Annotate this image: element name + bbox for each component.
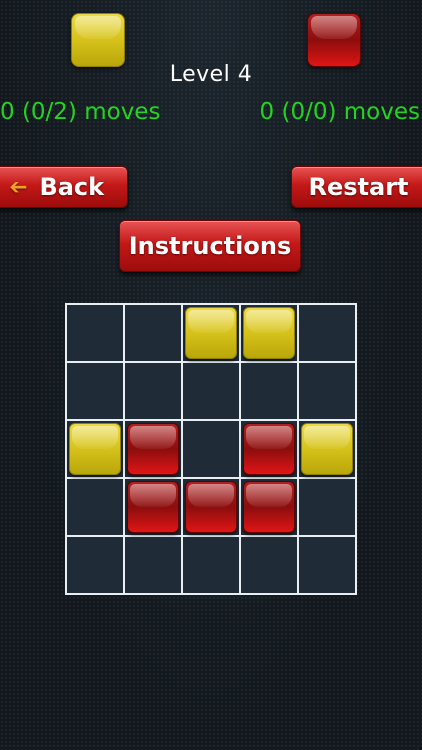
board-cell-r0-c4[interactable] bbox=[299, 305, 355, 361]
red-player-swatch bbox=[307, 13, 361, 67]
board-cell-r2-c1[interactable] bbox=[125, 421, 181, 477]
yellow-tile[interactable] bbox=[185, 307, 237, 359]
board-cell-r3-c3[interactable] bbox=[241, 479, 297, 535]
board-cell-r2-c0[interactable] bbox=[67, 421, 123, 477]
board-cell-r0-c2[interactable] bbox=[183, 305, 239, 361]
board-cell-r2-c4[interactable] bbox=[299, 421, 355, 477]
board-cell-r2-c3[interactable] bbox=[241, 421, 297, 477]
red-tile[interactable] bbox=[243, 481, 295, 533]
board-cell-r4-c1[interactable] bbox=[125, 537, 181, 593]
board-cell-r3-c1[interactable] bbox=[125, 479, 181, 535]
restart-button[interactable]: Restart bbox=[291, 166, 422, 208]
board-cell-r1-c3[interactable] bbox=[241, 363, 297, 419]
yellow-tile[interactable] bbox=[243, 307, 295, 359]
board-cell-r0-c0[interactable] bbox=[67, 305, 123, 361]
board-cell-r1-c0[interactable] bbox=[67, 363, 123, 419]
board-cell-r4-c2[interactable] bbox=[183, 537, 239, 593]
yellow-tile[interactable] bbox=[301, 423, 353, 475]
board-cell-r1-c1[interactable] bbox=[125, 363, 181, 419]
board-cell-r1-c4[interactable] bbox=[299, 363, 355, 419]
red-tile[interactable] bbox=[127, 481, 179, 533]
instructions-button-label: Instructions bbox=[128, 232, 292, 260]
left-arrow-icon: ➔ bbox=[9, 174, 28, 200]
red-tile[interactable] bbox=[185, 481, 237, 533]
board-cell-r3-c0[interactable] bbox=[67, 479, 123, 535]
board-cell-r3-c2[interactable] bbox=[183, 479, 239, 535]
level-label: Level 4 bbox=[169, 62, 253, 87]
red-tile[interactable] bbox=[243, 423, 295, 475]
board-cell-r1-c2[interactable] bbox=[183, 363, 239, 419]
back-button[interactable]: ➔ Back bbox=[0, 166, 128, 208]
red-moves-counter: 0 (0/0) moves bbox=[259, 99, 420, 125]
yellow-moves-counter: 0 (0/2) moves bbox=[0, 99, 161, 125]
board-cell-r4-c0[interactable] bbox=[67, 537, 123, 593]
restart-button-label: Restart bbox=[308, 173, 409, 201]
red-tile[interactable] bbox=[127, 423, 179, 475]
game-board bbox=[65, 303, 357, 595]
instructions-button[interactable]: Instructions bbox=[119, 220, 301, 272]
board-cell-r4-c4[interactable] bbox=[299, 537, 355, 593]
yellow-player-swatch bbox=[71, 13, 125, 67]
board-cell-r3-c4[interactable] bbox=[299, 479, 355, 535]
board-cell-r0-c1[interactable] bbox=[125, 305, 181, 361]
yellow-tile[interactable] bbox=[69, 423, 121, 475]
board-cell-r2-c2[interactable] bbox=[183, 421, 239, 477]
board-cell-r4-c3[interactable] bbox=[241, 537, 297, 593]
back-button-label: Back bbox=[39, 173, 105, 201]
board-cell-r0-c3[interactable] bbox=[241, 305, 297, 361]
